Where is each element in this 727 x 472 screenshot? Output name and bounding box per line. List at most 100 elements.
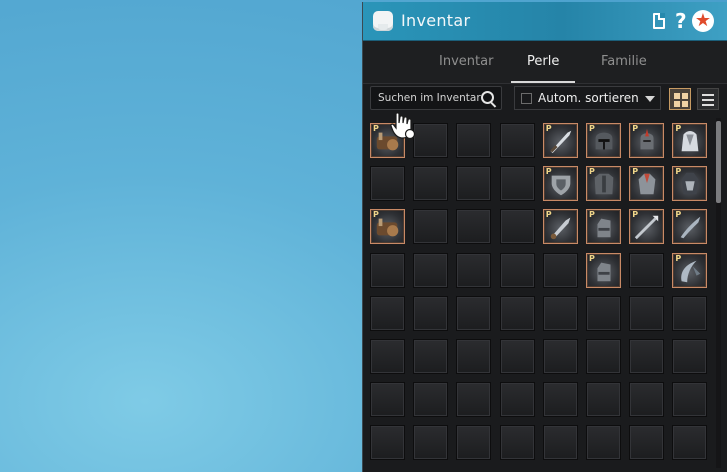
inventory-slot-empty[interactable] <box>672 295 708 331</box>
inventory-slot-empty[interactable] <box>413 425 449 461</box>
inventory-slot-empty[interactable] <box>629 252 665 288</box>
inventory-slot-helmet[interactable]: P <box>586 123 621 158</box>
inventory-slot-empty[interactable] <box>413 252 449 288</box>
inventory-slot-empty[interactable] <box>542 295 578 331</box>
inventory-slot-empty[interactable] <box>370 295 405 331</box>
tab-inventar[interactable]: Inventar <box>439 54 493 69</box>
inventory-slot-empty[interactable] <box>413 166 449 202</box>
pearl-item-tag: P <box>632 210 639 220</box>
pearl-item-tag: P <box>675 167 682 177</box>
inventory-slot-empty[interactable] <box>413 382 449 418</box>
pearl-item-tag: P <box>675 210 682 220</box>
inventory-slot-empty[interactable] <box>672 339 708 374</box>
inventory-slot-empty[interactable] <box>456 252 492 288</box>
inventory-slot-empty[interactable] <box>499 166 535 202</box>
inventory-slot-empty[interactable] <box>499 123 535 158</box>
list-view-button[interactable] <box>697 88 719 110</box>
window-title: Inventar <box>401 11 471 30</box>
inventory-slot-chest-armor[interactable]: P <box>586 166 621 202</box>
tab-familie[interactable]: Familie <box>601 54 647 69</box>
auto-sort-label: Autom. sortieren <box>538 91 639 105</box>
inventory-slot-empty[interactable] <box>413 209 449 245</box>
inventory-slot-empty[interactable] <box>586 382 621 418</box>
desktop-background <box>0 0 362 472</box>
inventory-slot-empty[interactable] <box>370 252 405 288</box>
inventory-slot-empty[interactable] <box>456 382 492 418</box>
inventory-slot-empty[interactable] <box>542 425 578 461</box>
inventory-slot-curved-blade[interactable]: P <box>672 252 708 288</box>
window-titlebar[interactable]: Inventar ? ★ <box>363 2 727 41</box>
inventory-slot-empty[interactable] <box>672 425 708 461</box>
scrollbar-thumb[interactable] <box>716 121 721 203</box>
document-icon[interactable] <box>653 13 665 29</box>
search-input[interactable]: Suchen im Inventar <box>370 86 502 110</box>
pearl-item-tag: P <box>675 124 682 133</box>
inventory-slot-empty[interactable] <box>499 339 535 374</box>
pearl-item-tag: P <box>373 210 379 220</box>
inventory-slot-empty[interactable] <box>672 382 708 418</box>
favorite-star-icon[interactable]: ★ <box>692 10 714 32</box>
inventory-slot-empty[interactable] <box>499 252 535 288</box>
search-placeholder: Suchen im Inventar <box>378 92 481 104</box>
inventory-slot-empty[interactable] <box>586 339 621 374</box>
inventory-slot-empty[interactable] <box>456 425 492 461</box>
inventory-slot-gauntlet[interactable]: P <box>586 252 621 288</box>
inventory-slot-sword[interactable]: P <box>542 123 578 158</box>
tab-perle[interactable]: Perle <box>527 54 559 69</box>
inventory-slot-red-helmet[interactable]: P <box>629 123 665 158</box>
inventory-slot-empty[interactable] <box>499 209 535 245</box>
pearl-item-tag: P <box>632 167 639 177</box>
tab-bar: Inventar Perle Familie <box>363 41 727 83</box>
inventory-toolbar: Suchen im Inventar Autom. sortieren <box>363 84 727 114</box>
inventory-slot-empty[interactable] <box>370 425 405 461</box>
inventory-slot-empty[interactable] <box>370 382 405 418</box>
auto-sort-dropdown[interactable]: Autom. sortieren <box>514 86 661 110</box>
inventory-slot-empty[interactable] <box>542 339 578 374</box>
pearl-item-tag: P <box>589 253 595 263</box>
inventory-slot-empty[interactable] <box>629 295 665 331</box>
inventory-bag-icon <box>373 11 393 31</box>
inventory-slot-white-armor[interactable]: P <box>672 123 708 158</box>
inventory-slot-gauntlet[interactable]: P <box>586 209 621 245</box>
pearl-item-tag: P <box>589 210 595 220</box>
inventory-slot-empty[interactable] <box>629 382 665 418</box>
inventory-slot-empty[interactable] <box>586 295 621 331</box>
pearl-item-tag: P <box>545 167 552 177</box>
auto-sort-checkbox[interactable] <box>521 93 532 104</box>
inventory-slot-empty[interactable] <box>456 123 492 158</box>
pearl-item-tag: P <box>373 124 379 133</box>
inventory-slot-empty[interactable] <box>542 382 578 418</box>
grid-view-button[interactable] <box>669 88 691 110</box>
inventory-slot-empty[interactable] <box>629 339 665 374</box>
inventory-slot-horse-gear[interactable]: P <box>370 209 405 245</box>
inventory-slot-empty[interactable] <box>499 295 535 331</box>
inventory-slot-blade[interactable]: P <box>672 209 708 245</box>
inventory-slot-shield[interactable]: P <box>542 166 578 202</box>
inventory-slot-empty[interactable] <box>629 425 665 461</box>
inventory-slot-empty[interactable] <box>499 382 535 418</box>
inventory-slot-empty[interactable] <box>499 425 535 461</box>
inventory-slot-empty[interactable] <box>586 425 621 461</box>
inventory-slot-empty[interactable] <box>413 339 449 374</box>
inventory-slot-empty[interactable] <box>456 166 492 202</box>
inventory-slot-empty[interactable] <box>370 339 405 374</box>
inventory-grid: P P P P P P P P P P P P P P P P <box>363 114 727 472</box>
inventory-slot-empty[interactable] <box>542 252 578 288</box>
inventory-slot-empty[interactable] <box>413 295 449 331</box>
inventory-slot-empty[interactable] <box>456 295 492 331</box>
search-icon[interactable] <box>481 91 494 104</box>
inventory-slot-empty[interactable] <box>456 209 492 245</box>
inventory-slot-spear[interactable]: P <box>629 209 665 245</box>
inventory-slot-empty[interactable] <box>413 123 449 158</box>
pearl-item-tag: P <box>632 124 639 133</box>
pearl-item-tag: P <box>675 253 682 263</box>
inventory-slot-armor-suit[interactable]: P <box>629 166 665 202</box>
pearl-item-tag: P <box>545 124 552 133</box>
pearl-item-tag: P <box>545 210 552 220</box>
help-icon[interactable]: ? <box>675 9 687 33</box>
inventory-slot-empty[interactable] <box>370 166 405 202</box>
inventory-slot-short-sword[interactable]: P <box>542 209 578 245</box>
inventory-slot-dark-armor[interactable]: P <box>672 166 708 202</box>
inventory-slot-empty[interactable] <box>456 339 492 374</box>
chevron-down-icon[interactable] <box>645 96 655 102</box>
